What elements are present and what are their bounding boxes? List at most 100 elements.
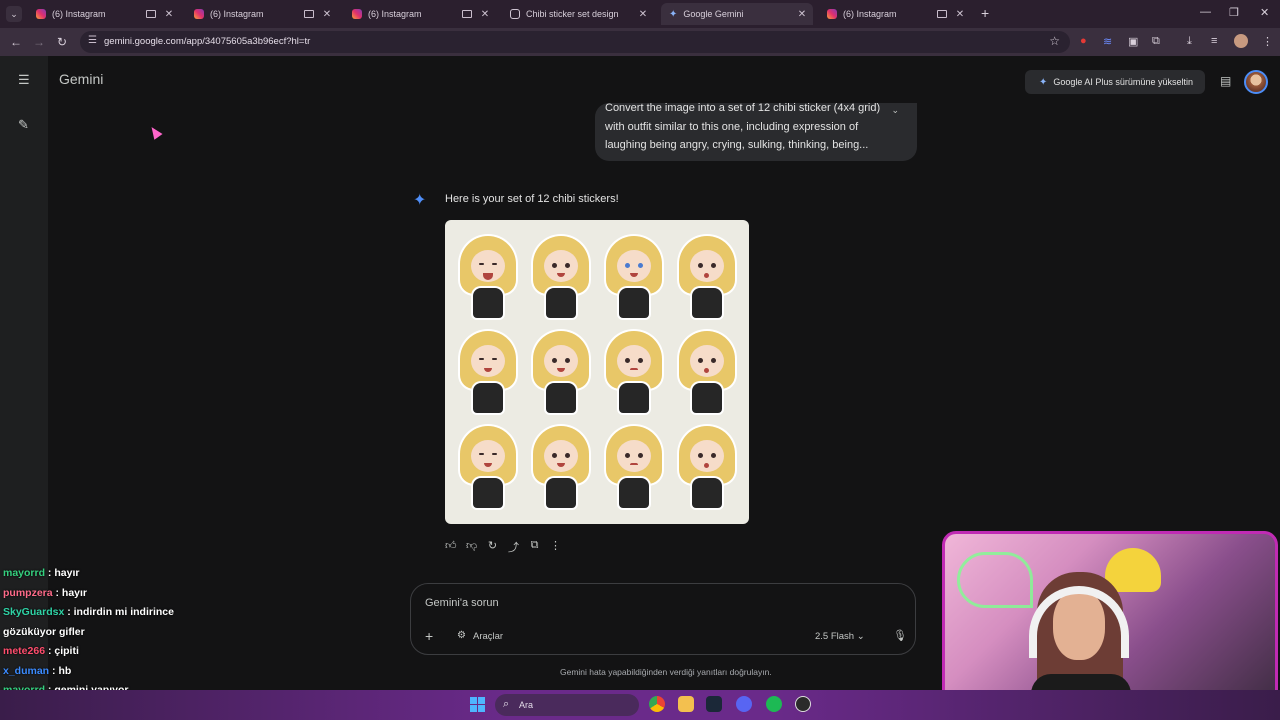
sticker-mouth bbox=[630, 273, 638, 277]
sticker-mouth bbox=[557, 368, 565, 372]
window-close-icon[interactable]: ✕ bbox=[1260, 6, 1269, 19]
tab-media-icon[interactable] bbox=[462, 10, 472, 18]
address-bar[interactable]: ☰ gemini.google.com/app/34075605a3b96ecf… bbox=[80, 31, 1070, 53]
tools-icon[interactable]: ⚙ bbox=[457, 630, 466, 641]
minimize-icon[interactable]: — bbox=[1200, 6, 1211, 18]
upgrade-button[interactable]: ✦ Google AI Plus sürümüne yükseltin bbox=[1025, 70, 1205, 94]
tab-search-button[interactable]: ⌄ bbox=[6, 6, 22, 22]
response-text: Here is your set of 12 chibi stickers! bbox=[445, 193, 619, 205]
back-icon[interactable]: ← bbox=[10, 35, 22, 49]
file-explorer-icon[interactable] bbox=[678, 696, 694, 712]
more-menu-icon[interactable]: ⋮ bbox=[1262, 35, 1273, 48]
expand-chevron-icon[interactable]: ⌄ bbox=[891, 105, 899, 116]
gemini-icon: ✦ bbox=[669, 9, 678, 20]
chat-username: pumpzera bbox=[3, 586, 53, 599]
more-options-icon[interactable]: ⋮ bbox=[550, 539, 561, 555]
chibi-sticker bbox=[676, 234, 738, 324]
tab-google-gemini[interactable]: ✦ Google Gemini ✕ bbox=[661, 3, 813, 25]
discord-icon[interactable] bbox=[736, 696, 752, 712]
tab-instagram-2[interactable]: (6) Instagram ✕ bbox=[186, 3, 338, 25]
tab-strip: ⌄ (6) Instagram ✕ (6) Instagram ✕ (6) In… bbox=[0, 0, 1280, 28]
tab-media-icon[interactable] bbox=[304, 10, 314, 18]
temporary-chat-icon[interactable]: ▤ bbox=[1220, 74, 1231, 88]
download-icon[interactable]: ⤓ bbox=[1187, 35, 1192, 48]
close-icon[interactable]: ✕ bbox=[955, 9, 965, 20]
tab-instagram-3[interactable]: (6) Instagram ✕ bbox=[344, 3, 496, 25]
model-selector[interactable]: 2.5 Flash ⌄ bbox=[815, 631, 865, 642]
close-icon[interactable]: ✕ bbox=[638, 9, 648, 20]
extensions-puzzle-icon[interactable]: ⧉ bbox=[1152, 35, 1160, 48]
browser-toolbar: ← → ↻ ☰ gemini.google.com/app/34075605a3… bbox=[0, 28, 1280, 56]
site-settings-icon[interactable]: ☰ bbox=[88, 35, 97, 46]
steam-icon[interactable] bbox=[706, 696, 722, 712]
generated-image[interactable] bbox=[445, 220, 749, 524]
search-label: Ara bbox=[519, 700, 534, 710]
taskbar-search[interactable]: ⌕ Ara bbox=[495, 694, 639, 716]
regenerate-icon[interactable]: ↻ bbox=[487, 539, 498, 555]
copy-icon[interactable]: ⧉ bbox=[529, 539, 540, 555]
sticker-eye bbox=[638, 358, 643, 363]
tab-title: Google Gemini bbox=[683, 9, 744, 19]
sticker-face bbox=[617, 345, 651, 377]
sticker-mouth bbox=[557, 463, 565, 467]
windows-start-icon[interactable] bbox=[470, 697, 485, 712]
spotify-icon[interactable] bbox=[766, 696, 782, 712]
sticker-face bbox=[471, 345, 505, 377]
sticker-face bbox=[544, 250, 578, 282]
menu-icon[interactable]: ☰ bbox=[18, 72, 30, 88]
avatar[interactable] bbox=[1244, 70, 1268, 94]
profile-avatar-icon[interactable] bbox=[1234, 34, 1248, 48]
sticker-eye bbox=[625, 358, 630, 363]
prompt-placeholder[interactable]: Gemini'a sorun bbox=[425, 597, 499, 609]
sticker-face bbox=[544, 345, 578, 377]
sticker-body bbox=[546, 288, 576, 318]
search-icon: ⌕ bbox=[503, 698, 510, 710]
forward-icon[interactable]: → bbox=[33, 35, 45, 49]
tab-media-icon[interactable] bbox=[937, 10, 947, 18]
sticker-body bbox=[692, 288, 722, 318]
chrome-icon[interactable] bbox=[649, 696, 665, 712]
tab-chibi-sticker[interactable]: Chibi sticker set design ✕ bbox=[502, 3, 654, 25]
obs-icon[interactable] bbox=[795, 696, 811, 712]
sticker-mouth bbox=[630, 368, 638, 370]
model-label: 2.5 Flash bbox=[815, 631, 855, 642]
thumbs-down-icon[interactable]: 👎︎ bbox=[466, 539, 477, 555]
sticker-eye bbox=[552, 358, 557, 363]
tools-button[interactable]: Araçlar bbox=[473, 631, 503, 642]
chat-message: x_duman : hb bbox=[3, 662, 203, 682]
sticker-body bbox=[692, 478, 722, 508]
close-icon[interactable]: ✕ bbox=[164, 9, 174, 20]
reload-icon[interactable]: ↻ bbox=[57, 35, 67, 49]
extension-record-icon[interactable]: ● bbox=[1080, 35, 1087, 47]
tab-instagram-1[interactable]: (6) Instagram ✕ bbox=[28, 3, 180, 25]
sticker-face bbox=[690, 440, 724, 472]
maximize-icon[interactable]: ❐ bbox=[1229, 6, 1239, 19]
chibi-sticker bbox=[603, 234, 665, 324]
add-attachment-icon[interactable]: + bbox=[425, 628, 433, 644]
chat-text: gözüküyor gifler bbox=[3, 625, 85, 638]
sticker-body bbox=[619, 383, 649, 413]
media-controls-icon[interactable]: ≡ bbox=[1211, 35, 1217, 47]
prompt-input-box[interactable]: Gemini'a sorun + ⚙ Araçlar 2.5 Flash ⌄ 🎙… bbox=[410, 583, 916, 655]
share-icon[interactable]: ⤴ bbox=[508, 539, 519, 555]
tab-instagram-4[interactable]: (6) Instagram ✕ bbox=[819, 3, 971, 25]
sticker-face bbox=[544, 440, 578, 472]
thumbs-up-icon[interactable]: 👍︎ bbox=[445, 539, 457, 555]
chibi-sticker bbox=[676, 424, 738, 514]
new-chat-icon[interactable]: ✎ bbox=[18, 117, 29, 133]
sticker-face bbox=[617, 440, 651, 472]
chat-username: SkyGuardsx bbox=[3, 606, 65, 618]
close-icon[interactable]: ✕ bbox=[322, 9, 332, 20]
extension-audio-icon[interactable]: ≋ bbox=[1103, 35, 1112, 48]
close-icon[interactable]: ✕ bbox=[480, 9, 490, 20]
close-icon[interactable]: ✕ bbox=[797, 9, 807, 20]
microphone-icon[interactable]: 🎙︎ bbox=[893, 629, 907, 642]
bookmark-star-icon[interactable]: ☆ bbox=[1049, 34, 1060, 48]
new-tab-button[interactable]: + bbox=[981, 5, 989, 21]
tab-media-icon[interactable] bbox=[146, 10, 156, 18]
extension-icon[interactable]: ▣ bbox=[1128, 35, 1138, 48]
response-actions: 👍︎ 👎︎ ↻ ⤴ ⧉ ⋮ bbox=[445, 539, 561, 555]
sticker-body bbox=[473, 478, 503, 508]
instagram-icon bbox=[194, 9, 204, 19]
sticker-face bbox=[690, 345, 724, 377]
